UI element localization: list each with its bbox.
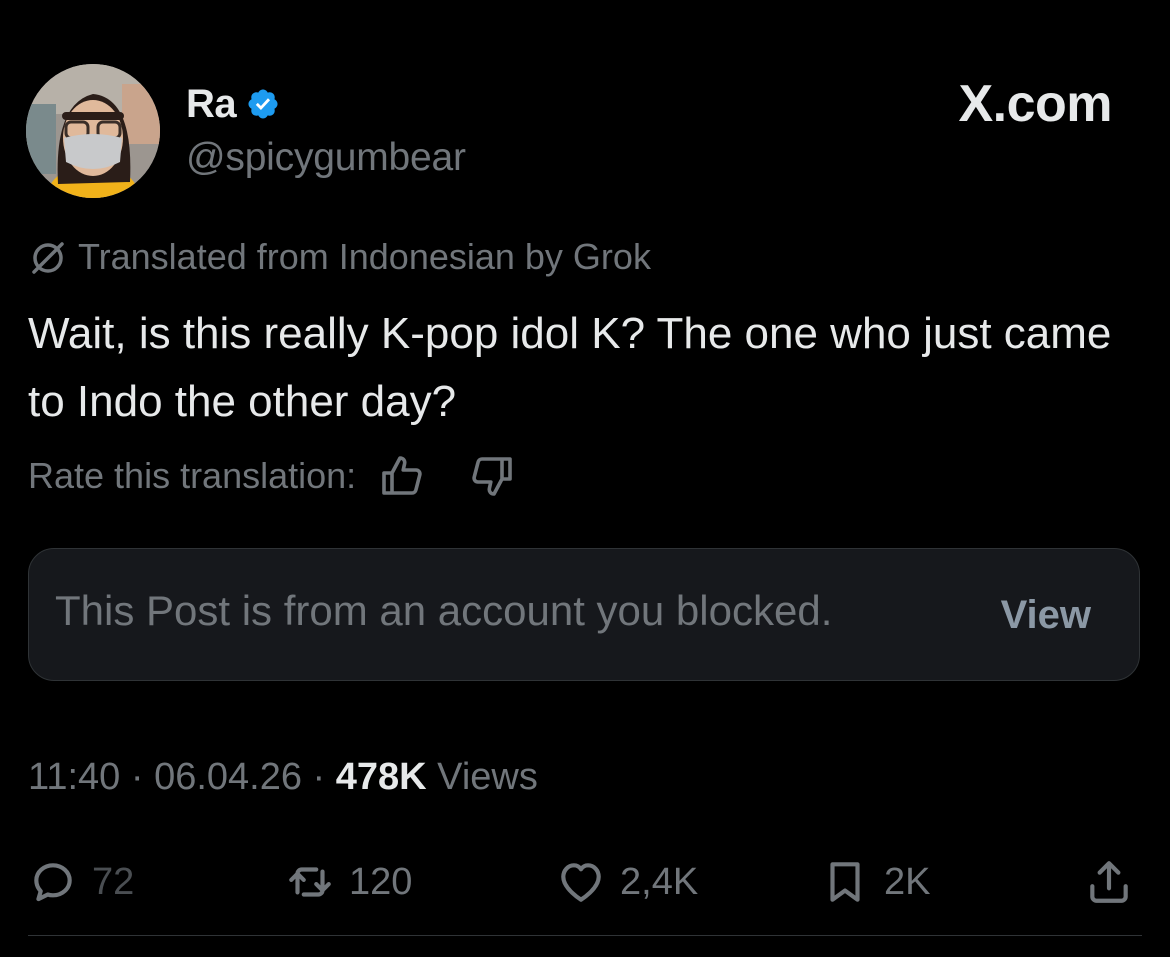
reply-button[interactable]: 72 — [28, 850, 134, 914]
post-date[interactable]: 06.04.26 — [154, 756, 302, 798]
views-label: Views — [437, 756, 538, 798]
reply-count: 72 — [92, 860, 135, 903]
bottom-divider — [28, 935, 1142, 936]
thumbs-up-icon[interactable] — [378, 452, 426, 500]
like-button[interactable]: 2,4K — [556, 850, 698, 914]
post-actions: 72 120 2,4K 2K — [0, 850, 1170, 914]
grok-icon — [28, 237, 68, 277]
repost-icon — [285, 857, 335, 907]
thumbs-down-icon[interactable] — [468, 452, 516, 500]
translation-notice-text: Translated from Indonesian by Grok — [78, 236, 651, 277]
author-display-name[interactable]: Ra — [186, 82, 237, 127]
author-name-row: Ra — [186, 78, 466, 130]
heart-icon — [556, 857, 606, 907]
views-count[interactable]: 478K — [336, 756, 427, 798]
blocked-post-card: This Post is from an account you blocked… — [28, 548, 1140, 681]
bookmark-icon — [820, 857, 870, 907]
share-button[interactable] — [1084, 850, 1134, 914]
bookmark-count: 2K — [884, 860, 931, 903]
meta-separator: · — [130, 756, 144, 798]
repost-count: 120 — [349, 860, 413, 903]
post-time[interactable]: 11:40 — [28, 756, 120, 798]
author-handle[interactable]: @spicygumbear — [186, 136, 466, 180]
bookmark-button[interactable]: 2K — [820, 850, 930, 914]
avatar[interactable] — [26, 64, 160, 198]
rate-translation-row: Rate this translation: — [28, 452, 516, 500]
avatar-image — [26, 64, 160, 198]
translation-notice: Translated from Indonesian by Grok — [28, 236, 651, 278]
meta-separator: · — [312, 756, 326, 798]
post-meta: 11:40 · 06.04.26 · 478K Views — [28, 756, 538, 799]
rate-translation-label: Rate this translation: — [28, 455, 357, 496]
author-block: Ra @spicygumbear — [186, 78, 466, 180]
blocked-post-message: This Post is from an account you blocked… — [55, 587, 833, 634]
view-blocked-post-button[interactable]: View — [1001, 593, 1091, 638]
post-text: Wait, is this really K-pop idol K? The o… — [28, 309, 1112, 426]
repost-button[interactable]: 120 — [285, 850, 412, 914]
brand-logo: X.com — [958, 75, 1112, 133]
share-icon — [1084, 857, 1134, 907]
like-count: 2,4K — [620, 860, 699, 903]
verified-badge-icon[interactable] — [246, 87, 280, 121]
reply-icon — [28, 857, 78, 907]
